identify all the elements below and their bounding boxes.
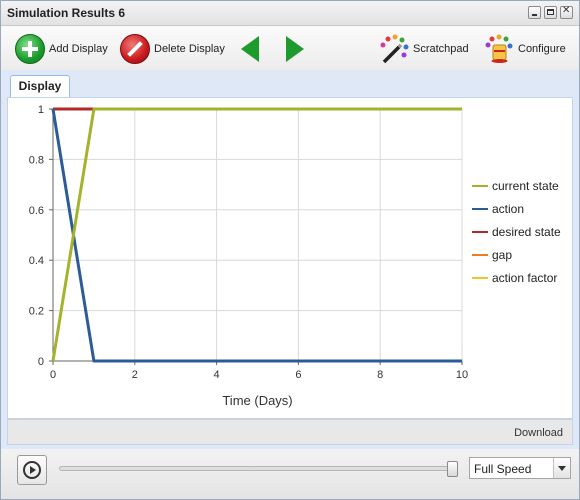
add-display-button[interactable]: Add Display — [15, 34, 108, 64]
window-title: Simulation Results 6 — [7, 6, 126, 20]
series-line-action — [51, 108, 462, 363]
scratchpad-label: Scratchpad — [413, 43, 469, 55]
tab-display[interactable]: Display — [10, 75, 70, 97]
speed-value: Full Speed — [474, 462, 532, 476]
y-tick-label: 0.8 — [29, 154, 44, 166]
title-bar[interactable]: Simulation Results 6 — [1, 1, 579, 26]
next-arrow-icon[interactable] — [286, 36, 304, 62]
simulation-results-window: Simulation Results 6 Add Display Delete … — [0, 0, 580, 500]
x-tick-label: 0 — [50, 369, 56, 381]
close-button[interactable] — [560, 5, 573, 19]
x-tick-label: 8 — [377, 369, 383, 381]
legend-label[interactable]: current state — [492, 179, 559, 193]
x-axis-label: Time (Days) — [222, 393, 292, 408]
minimize-button[interactable] — [528, 6, 541, 19]
legend-label[interactable]: gap — [492, 248, 512, 262]
play-icon — [23, 461, 41, 479]
display-panel: 0 2 4 6 8 10 0 0.2 0.4 0.6 0.8 1 Time (Days) current … — [7, 97, 573, 419]
delete-icon — [120, 34, 150, 64]
speed-slider-track[interactable] — [59, 466, 457, 471]
tab-strip: Display — [7, 73, 573, 98]
speed-slider-thumb[interactable] — [447, 461, 458, 477]
x-tick-label: 2 — [132, 369, 138, 381]
previous-arrow-icon[interactable] — [241, 36, 259, 62]
y-tick-label: 0.4 — [29, 255, 44, 267]
y-tick-label: 0 — [38, 356, 44, 368]
play-button[interactable] — [17, 455, 47, 485]
y-tick-label: 0.2 — [29, 306, 44, 318]
legend-label[interactable]: desired state — [492, 225, 561, 239]
add-icon — [15, 34, 45, 64]
configure-button[interactable]: Configure — [484, 34, 566, 64]
x-tick-label: 6 — [295, 369, 301, 381]
x-tick-label: 4 — [214, 369, 220, 381]
x-tick-label: 10 — [456, 369, 468, 381]
playback-bar: Full Speed — [1, 449, 579, 499]
legend-label[interactable]: action — [492, 202, 524, 216]
chevron-down-icon[interactable] — [553, 458, 570, 478]
add-display-label: Add Display — [49, 43, 108, 55]
simulation-chart: 0 2 4 6 8 10 0 0.2 0.4 0.6 0.8 1 Time (Days) current … — [29, 104, 561, 408]
maximize-button[interactable] — [544, 6, 557, 19]
configure-label: Configure — [518, 43, 566, 55]
download-link[interactable]: Download — [514, 427, 563, 439]
legend-label[interactable]: action factor — [492, 271, 557, 285]
scratchpad-button[interactable]: Scratchpad — [379, 34, 469, 64]
series-line-current-state — [51, 107, 462, 362]
y-tick-label: 1 — [38, 104, 44, 116]
y-tick-label: 0.6 — [29, 205, 44, 217]
speed-select[interactable]: Full Speed — [469, 457, 571, 479]
panel-footer: Download — [7, 419, 573, 445]
configure-icon — [484, 34, 514, 64]
scratchpad-icon — [379, 34, 409, 64]
delete-display-button[interactable]: Delete Display — [120, 34, 225, 64]
delete-display-label: Delete Display — [154, 43, 225, 55]
